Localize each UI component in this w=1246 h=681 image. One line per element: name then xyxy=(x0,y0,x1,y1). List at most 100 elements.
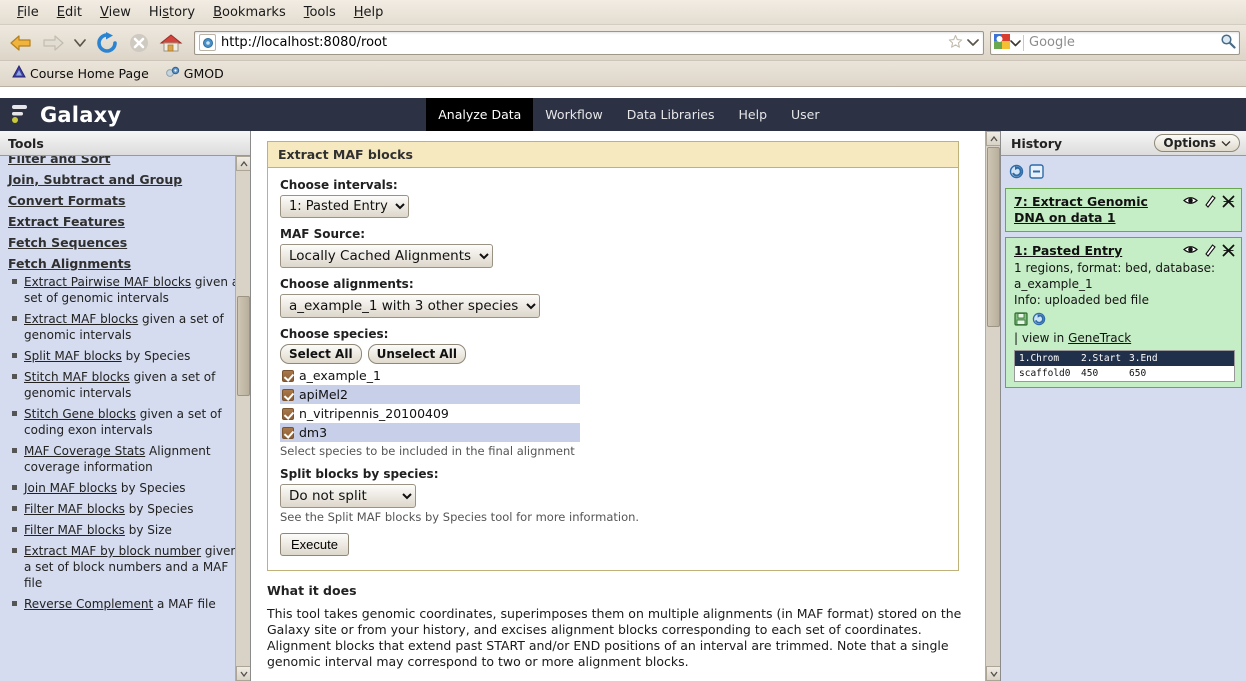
genetrack-link[interactable]: GeneTrack xyxy=(1068,331,1131,345)
back-arrow-icon[interactable] xyxy=(6,28,36,58)
tool-item[interactable]: Filter MAF blocks by Species xyxy=(8,501,240,517)
bookmark-gmod[interactable]: GMOD xyxy=(159,63,230,84)
history-item-title[interactable]: 1: Pasted Entry xyxy=(1014,243,1179,259)
species-checkbox[interactable] xyxy=(282,369,294,382)
galaxy-logo[interactable]: Galaxy xyxy=(0,102,121,127)
bookmark-course-home-page[interactable]: Course Home Page xyxy=(6,63,155,84)
history-dropdown-icon[interactable] xyxy=(70,28,90,58)
menu-bookmarks[interactable]: Bookmarks xyxy=(204,3,295,22)
url-text[interactable]: http://localhost:8080/root xyxy=(221,35,948,50)
nav-help[interactable]: Help xyxy=(727,98,780,131)
tool-item[interactable]: Extract MAF by block number given a set … xyxy=(8,543,240,591)
pencil-icon[interactable] xyxy=(1204,244,1216,260)
tool-item[interactable]: Extract MAF blocks given a set of genomi… xyxy=(8,311,240,343)
tool-item[interactable]: Reverse Complement a MAF file xyxy=(8,596,240,612)
collapse-icon[interactable] xyxy=(1029,164,1044,182)
species-checkbox[interactable] xyxy=(282,407,294,420)
tool-section-convert-formats[interactable]: Convert Formats xyxy=(8,191,240,210)
pencil-icon[interactable] xyxy=(1204,195,1216,211)
tool-link[interactable]: Filter MAF blocks xyxy=(24,523,125,537)
scroll-down-button[interactable] xyxy=(236,666,250,681)
scroll-thumb[interactable] xyxy=(987,147,1000,327)
refresh-icon[interactable] xyxy=(1009,164,1024,182)
species-checkbox[interactable] xyxy=(282,388,294,401)
google-logo-icon[interactable] xyxy=(994,33,1010,52)
history-item-title[interactable]: 7: Extract Genomic DNA on data 1 xyxy=(1014,194,1179,226)
reload-icon[interactable] xyxy=(92,28,122,58)
tool-link[interactable]: Filter MAF blocks xyxy=(24,502,125,516)
menu-view[interactable]: View xyxy=(91,3,140,22)
split-blocks-select[interactable]: Do not split xyxy=(280,484,416,508)
tool-link[interactable]: Split MAF blocks xyxy=(24,349,122,363)
history-item-links: | view in GeneTrack xyxy=(1014,331,1235,345)
galaxy-app: Galaxy Analyze Data Workflow Data Librar… xyxy=(0,98,1246,681)
tool-section-fetch-alignments[interactable]: Fetch Alignments xyxy=(8,254,240,273)
eye-icon[interactable] xyxy=(1183,244,1198,260)
search-magnifier-icon[interactable] xyxy=(1220,33,1236,52)
home-icon[interactable] xyxy=(156,28,186,58)
unselect-all-button[interactable]: Unselect All xyxy=(367,344,466,364)
tool-item[interactable]: Stitch MAF blocks given a set of genomic… xyxy=(8,369,240,401)
search-engine-dropdown-icon[interactable] xyxy=(1010,36,1021,50)
tool-link[interactable]: Extract MAF by block number xyxy=(24,544,201,558)
tool-section-filter-and-sort[interactable]: Filter and Sort xyxy=(8,156,240,168)
menu-history[interactable]: History xyxy=(140,3,204,22)
scroll-down-button[interactable] xyxy=(986,666,1000,681)
tool-link[interactable]: Extract MAF blocks xyxy=(24,312,138,326)
tool-section-join-subtract-group[interactable]: Join, Subtract and Group xyxy=(8,170,240,189)
nav-workflow[interactable]: Workflow xyxy=(533,98,614,131)
menu-edit[interactable]: Edit xyxy=(48,3,91,22)
tool-link[interactable]: Stitch Gene blocks xyxy=(24,407,136,421)
alignments-select[interactable]: a_example_1 with 3 other species xyxy=(280,294,540,318)
tool-section-extract-features[interactable]: Extract Features xyxy=(8,212,240,231)
tool-item[interactable]: Split MAF blocks by Species xyxy=(8,348,240,364)
tool-item[interactable]: Filter MAF blocks by Size xyxy=(8,522,240,538)
browser-window: File Edit View History Bookmarks Tools H… xyxy=(0,0,1246,681)
scroll-thumb[interactable] xyxy=(237,296,250,396)
menu-tools[interactable]: Tools xyxy=(295,3,345,22)
species-checkbox-row[interactable]: dm3 xyxy=(280,423,580,442)
species-checkbox[interactable] xyxy=(282,426,294,439)
species-checkbox-row[interactable]: apiMel2 xyxy=(280,385,580,404)
intervals-select[interactable]: 1: Pasted Entry xyxy=(280,195,409,218)
history-item[interactable]: 1: Pasted Entry 1 regions, format: bed, … xyxy=(1005,237,1242,388)
maf-source-select[interactable]: Locally Cached Alignments xyxy=(280,244,493,268)
rerun-icon[interactable] xyxy=(1032,312,1046,329)
menu-help[interactable]: Help xyxy=(345,3,393,22)
history-panel-header: History Options xyxy=(1001,131,1246,156)
url-bar[interactable]: http://localhost:8080/root xyxy=(194,30,984,55)
scroll-up-button[interactable] xyxy=(236,156,250,171)
tool-item[interactable]: Join MAF blocks by Species xyxy=(8,480,240,496)
search-bar[interactable]: Google xyxy=(990,30,1240,55)
tool-link[interactable]: Extract Pairwise MAF blocks xyxy=(24,275,191,289)
center-panel-scrollbar[interactable] xyxy=(985,131,1000,681)
species-checkbox-row[interactable]: n_vitripennis_20100409 xyxy=(280,404,580,423)
delete-x-icon[interactable] xyxy=(1222,244,1235,260)
tool-item[interactable]: MAF Coverage Stats Alignment coverage in… xyxy=(8,443,240,475)
tool-link[interactable]: Join MAF blocks xyxy=(24,481,117,495)
nav-analyze-data[interactable]: Analyze Data xyxy=(426,98,534,131)
nav-data-libraries[interactable]: Data Libraries xyxy=(615,98,727,131)
tool-link[interactable]: Stitch MAF blocks xyxy=(24,370,130,384)
tool-item[interactable]: Stitch Gene blocks given a set of coding… xyxy=(8,406,240,438)
menu-file[interactable]: File xyxy=(8,3,48,22)
tool-section-fetch-sequences[interactable]: Fetch Sequences xyxy=(8,233,240,252)
tool-item[interactable]: Extract Pairwise MAF blocks given a set … xyxy=(8,274,240,306)
scroll-up-button[interactable] xyxy=(986,131,1000,146)
species-checkbox-row[interactable]: a_example_1 xyxy=(280,366,580,385)
execute-button[interactable]: Execute xyxy=(280,533,349,556)
search-input[interactable]: Google xyxy=(1029,35,1220,50)
tool-desc: by Species xyxy=(120,481,186,495)
tool-link[interactable]: Reverse Complement xyxy=(24,597,153,611)
delete-x-icon[interactable] xyxy=(1222,195,1235,211)
bookmark-star-icon[interactable] xyxy=(948,34,963,52)
url-dropdown-icon[interactable] xyxy=(967,36,979,50)
eye-icon[interactable] xyxy=(1183,195,1198,211)
save-disk-icon[interactable] xyxy=(1014,311,1028,329)
tool-panel-scrollbar[interactable] xyxy=(235,156,250,681)
nav-user[interactable]: User xyxy=(779,98,832,131)
select-all-button[interactable]: Select All xyxy=(280,344,362,364)
history-options-button[interactable]: Options xyxy=(1154,134,1240,152)
history-item[interactable]: 7: Extract Genomic DNA on data 1 xyxy=(1005,188,1242,232)
tool-link[interactable]: MAF Coverage Stats xyxy=(24,444,145,458)
